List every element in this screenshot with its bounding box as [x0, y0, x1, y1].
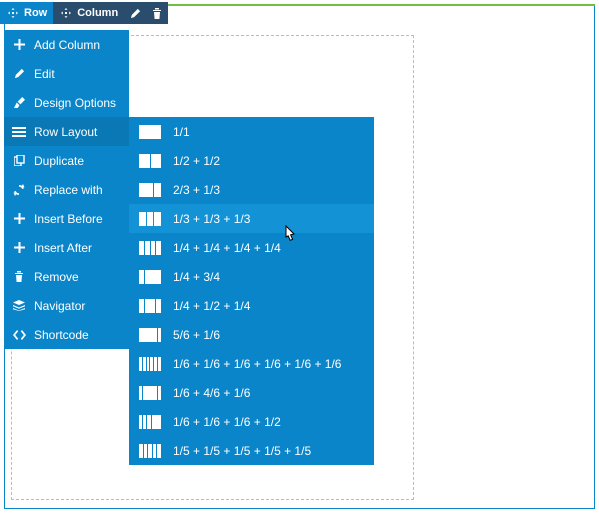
pencil-icon [12, 67, 26, 81]
menu-item-replace-with[interactable]: Replace with [4, 175, 129, 204]
layout-label: 1/6 + 1/6 + 1/6 + 1/2 [173, 415, 281, 429]
layout-preview-icon [139, 270, 161, 284]
layout-option[interactable]: 1/1 [129, 117, 374, 146]
move-icon [6, 6, 20, 20]
layout-preview-icon [139, 241, 161, 255]
layout-label: 1/6 + 1/6 + 1/6 + 1/6 + 1/6 + 1/6 [173, 357, 341, 371]
plus-icon [12, 212, 26, 226]
layout-option[interactable]: 1/2 + 1/2 [129, 146, 374, 175]
layout-label: 2/3 + 1/3 [173, 183, 220, 197]
row-context-menu: Add Column Edit Design Options Row Layout Du… [4, 30, 129, 349]
layout-label: 1/1 [173, 125, 190, 139]
menu-item-edit[interactable]: Edit [4, 59, 129, 88]
row-layout-submenu: 1/1 1/2 + 1/2 2/3 + 1/3 1/3 + 1/3 + 1/3 1/4 … [129, 117, 374, 465]
row-handle[interactable]: Row [0, 2, 53, 24]
layout-option[interactable]: 1/4 + 1/4 + 1/4 + 1/4 [129, 233, 374, 262]
copy-icon [12, 154, 26, 168]
layout-preview-icon [139, 299, 161, 313]
layout-preview-icon [139, 183, 161, 197]
menu-item-label: Add Column [34, 38, 100, 52]
column-handle[interactable]: Column [53, 2, 124, 24]
layout-label: 5/6 + 1/6 [173, 328, 220, 342]
layout-preview-icon [139, 357, 161, 371]
layout-preview-icon [139, 328, 161, 342]
menu-item-row-layout[interactable]: Row Layout [4, 117, 129, 146]
brush-icon [12, 96, 26, 110]
menu-item-label: Insert Before [34, 212, 103, 226]
menu-item-label: Row Layout [34, 125, 97, 139]
menu-item-label: Shortcode [34, 328, 89, 342]
row-label: Row [24, 7, 47, 19]
trash-icon [12, 270, 26, 284]
menu-item-add-column[interactable]: Add Column [4, 30, 129, 59]
menu-item-remove[interactable]: Remove [4, 262, 129, 291]
layout-option[interactable]: 1/6 + 4/6 + 1/6 [129, 378, 374, 407]
menu-item-label: Insert After [34, 241, 92, 255]
menu-item-label: Duplicate [34, 154, 84, 168]
layout-preview-icon [139, 154, 161, 168]
layout-option[interactable]: 1/5 + 1/5 + 1/5 + 1/5 + 1/5 [129, 436, 374, 465]
stack-icon [12, 299, 26, 313]
layout-label: 1/4 + 3/4 [173, 270, 220, 284]
menu-item-shortcode[interactable]: Shortcode [4, 320, 129, 349]
layout-preview-icon [139, 415, 161, 429]
menu-item-label: Navigator [34, 299, 85, 313]
layout-option[interactable]: 5/6 + 1/6 [129, 320, 374, 349]
menu-item-insert-before[interactable]: Insert Before [4, 204, 129, 233]
layout-option[interactable]: 1/3 + 1/3 + 1/3 [129, 204, 374, 233]
column-label: Column [77, 7, 118, 19]
pencil-icon [128, 6, 142, 20]
menu-item-duplicate[interactable]: Duplicate [4, 146, 129, 175]
menu-item-design-options[interactable]: Design Options [4, 88, 129, 117]
delete-column-button[interactable] [146, 2, 168, 24]
layout-label: 1/6 + 4/6 + 1/6 [173, 386, 250, 400]
layout-preview-icon [139, 125, 161, 139]
menu-item-navigator[interactable]: Navigator [4, 291, 129, 320]
layout-option[interactable]: 1/4 + 1/2 + 1/4 [129, 291, 374, 320]
layout-label: 1/3 + 1/3 + 1/3 [173, 212, 250, 226]
menu-item-label: Remove [34, 270, 79, 284]
menu-item-insert-after[interactable]: Insert After [4, 233, 129, 262]
menu-item-label: Design Options [34, 96, 116, 110]
layout-option[interactable]: 2/3 + 1/3 [129, 175, 374, 204]
layout-option[interactable]: 1/6 + 1/6 + 1/6 + 1/6 + 1/6 + 1/6 [129, 349, 374, 378]
move-icon [59, 6, 73, 20]
plus-icon [12, 241, 26, 255]
edit-column-button[interactable] [124, 2, 146, 24]
element-toolbar: Row Column [0, 2, 168, 24]
plus-icon [12, 38, 26, 52]
menu-item-label: Edit [34, 67, 55, 81]
lines-icon [12, 125, 26, 139]
layout-label: 1/4 + 1/4 + 1/4 + 1/4 [173, 241, 281, 255]
layout-preview-icon [139, 444, 161, 458]
layout-preview-icon [139, 386, 161, 400]
code-icon [12, 328, 26, 342]
layout-option[interactable]: 1/6 + 1/6 + 1/6 + 1/2 [129, 407, 374, 436]
layout-label: 1/5 + 1/5 + 1/5 + 1/5 + 1/5 [173, 444, 311, 458]
layout-label: 1/4 + 1/2 + 1/4 [173, 299, 250, 313]
layout-option[interactable]: 1/4 + 3/4 [129, 262, 374, 291]
layout-label: 1/2 + 1/2 [173, 154, 220, 168]
menu-item-label: Replace with [34, 183, 103, 197]
refresh-icon [12, 183, 26, 197]
trash-icon [150, 6, 164, 20]
layout-preview-icon [139, 212, 161, 226]
